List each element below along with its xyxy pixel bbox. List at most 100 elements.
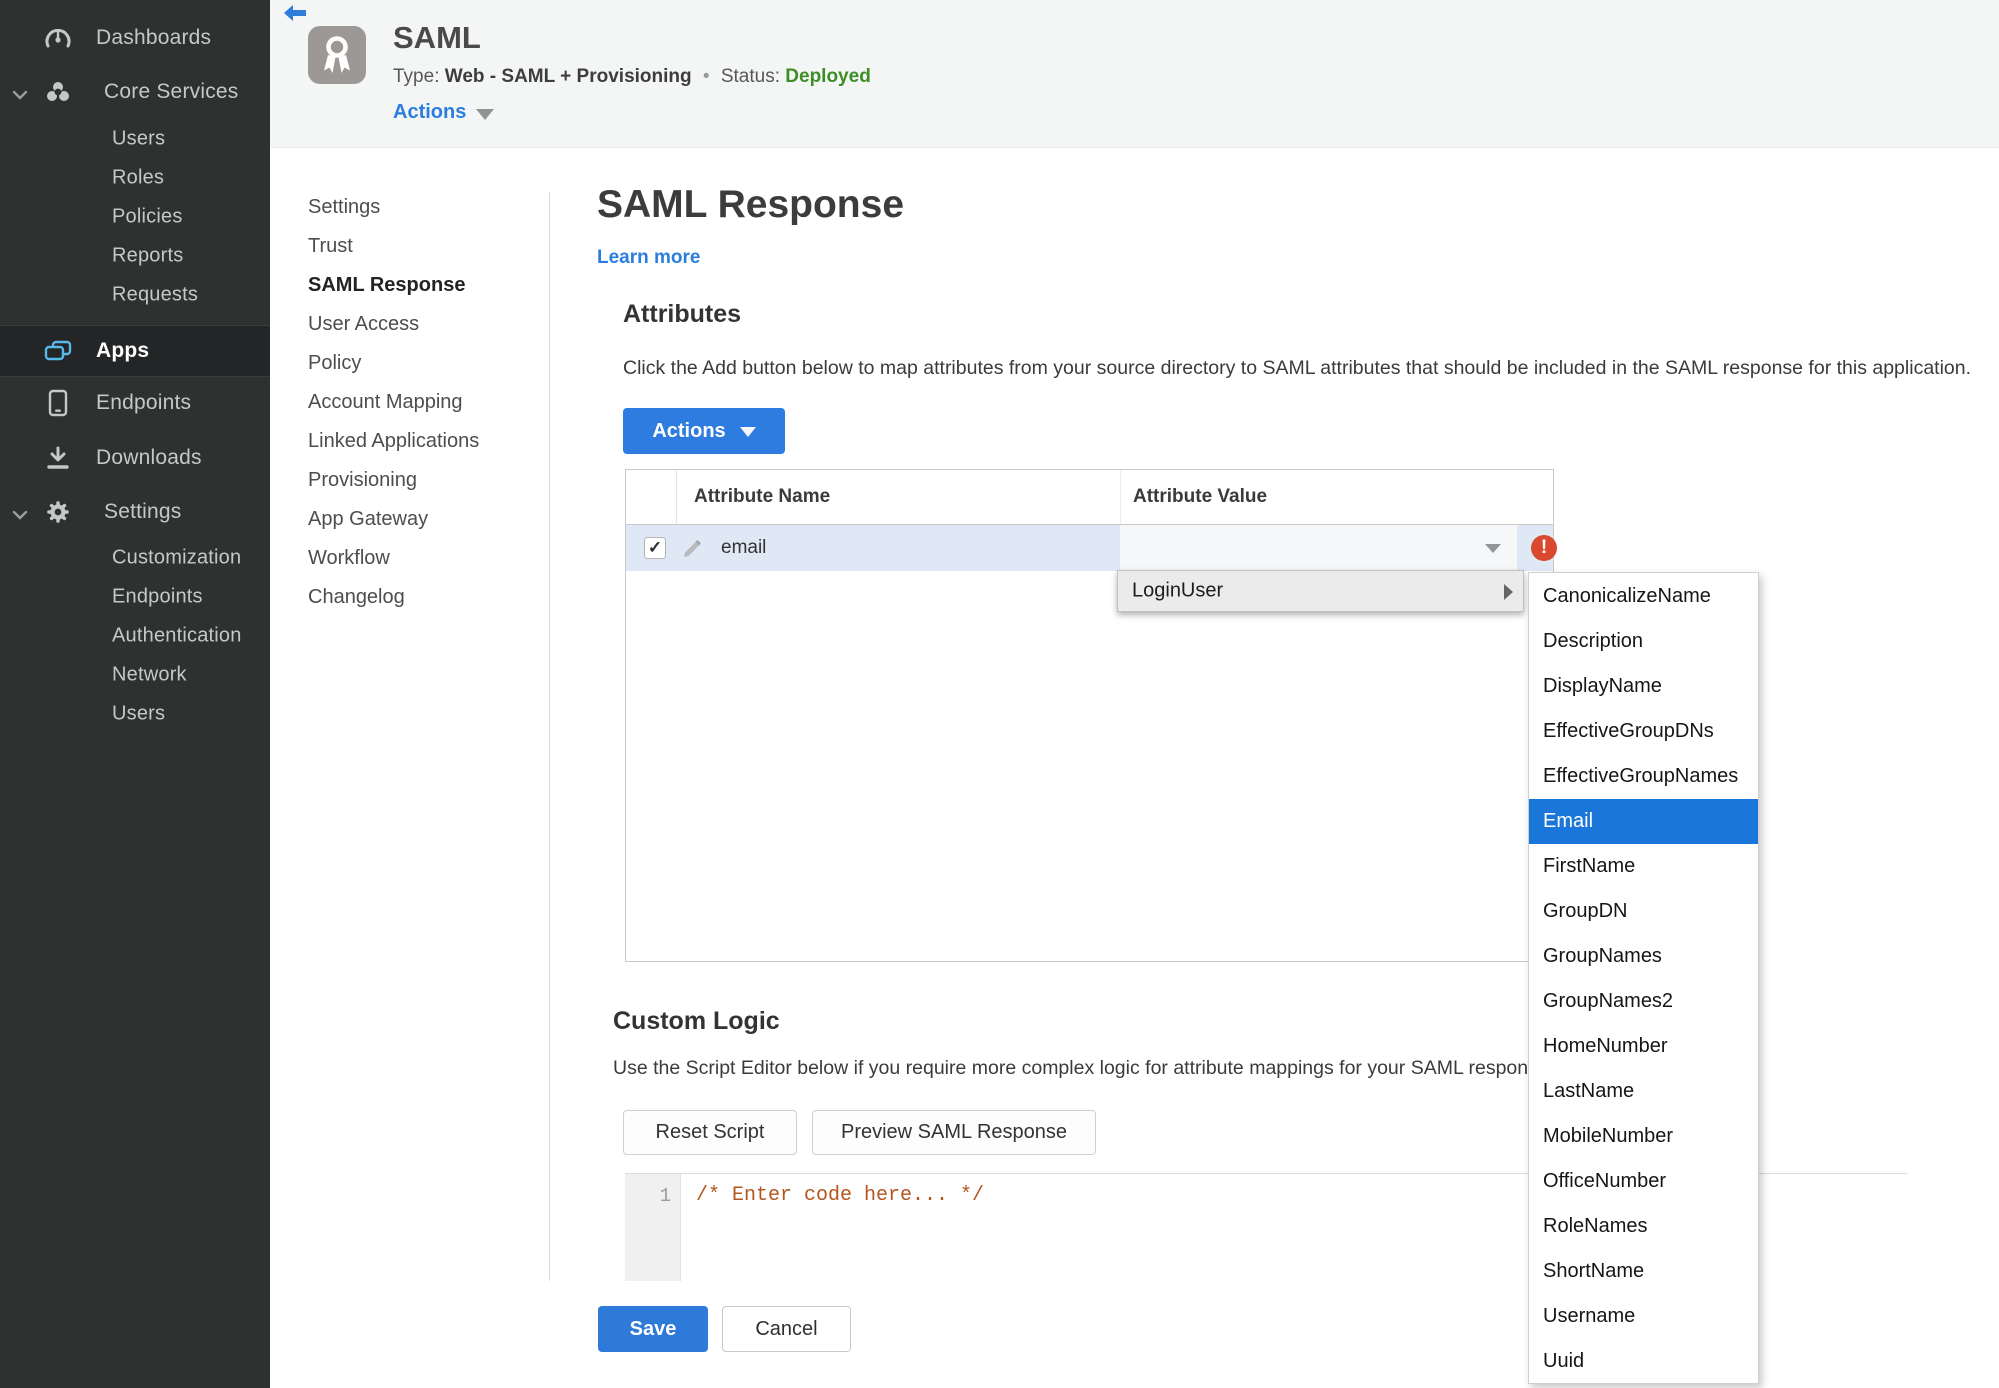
section-title: SAML Response: [597, 183, 905, 226]
submenu-item-groupnames2[interactable]: GroupNames2: [1529, 979, 1758, 1024]
sidebar-item-core-services[interactable]: Core Services: [0, 72, 270, 112]
attributes-table: Attribute Name Attribute Value email: [625, 469, 1557, 962]
app-meta: Type: Web - SAML + Provisioning • Status…: [393, 66, 871, 88]
sidebar-item-apps[interactable]: Apps: [0, 325, 270, 377]
value-dropdown-menu[interactable]: LoginUser: [1117, 570, 1524, 612]
pencil-icon: [682, 537, 704, 559]
sidebar-item-authentication[interactable]: Authentication: [0, 616, 270, 656]
cancel-button[interactable]: Cancel: [722, 1306, 851, 1352]
sidebar-item-label: Settings: [104, 500, 182, 523]
attributes-heading: Attributes: [623, 300, 742, 328]
sidebar-item-label: Dashboards: [96, 26, 212, 49]
custom-logic-heading: Custom Logic: [613, 1007, 780, 1035]
caret-down-icon: [739, 427, 756, 437]
sidebar-item-label: Endpoints: [112, 585, 203, 608]
type-value: Web - SAML + Provisioning: [444, 66, 692, 87]
sidebar-item-label: Roles: [112, 166, 165, 189]
sidebar-item-label: Policies: [112, 205, 183, 228]
core-services-icon: [42, 78, 74, 106]
sidebar-item-downloads[interactable]: Downloads: [0, 438, 270, 478]
error-icon: [1531, 535, 1557, 561]
row-checkbox[interactable]: [644, 537, 666, 559]
save-button[interactable]: Save: [598, 1306, 708, 1352]
sidebar-item-label: Reports: [112, 244, 184, 267]
type-label: Type:: [393, 66, 440, 87]
submenu-item-officenumber[interactable]: OfficeNumber: [1529, 1159, 1758, 1204]
sidebar-item-users-settings[interactable]: Users: [0, 694, 270, 734]
sidebar-item-dashboards[interactable]: Dashboards: [0, 18, 270, 58]
caret-down-icon: [476, 108, 495, 120]
status-label: Status:: [720, 66, 780, 87]
tab-policy[interactable]: Policy: [308, 344, 528, 383]
meta-separator: •: [702, 66, 710, 87]
submenu-item-groupnames[interactable]: GroupNames: [1529, 934, 1758, 979]
sidebar-item-reports[interactable]: Reports: [0, 236, 270, 276]
caret-down-icon: [1485, 544, 1501, 553]
submenu-item-uuid[interactable]: Uuid: [1529, 1339, 1758, 1384]
tab-account-mapping[interactable]: Account Mapping: [308, 383, 528, 422]
sidebar-item-requests[interactable]: Requests: [0, 275, 270, 315]
tab-linked-applications[interactable]: Linked Applications: [308, 422, 528, 461]
app-config-nav: Settings Trust SAML Response User Access…: [308, 188, 528, 617]
submenu-item-lastname[interactable]: LastName: [1529, 1069, 1758, 1114]
menu-item-loginuser: LoginUser: [1132, 579, 1224, 602]
page-title: SAML: [393, 20, 481, 55]
submenu-item-effectivegroupdns[interactable]: EffectiveGroupDNs: [1529, 709, 1758, 754]
submenu-item-description[interactable]: Description: [1529, 619, 1758, 664]
sidebar-item-label: Downloads: [96, 446, 202, 469]
submenu-item-firstname[interactable]: FirstName: [1529, 844, 1758, 889]
tab-workflow[interactable]: Workflow: [308, 539, 528, 578]
submenu-item-username[interactable]: Username: [1529, 1294, 1758, 1339]
preview-saml-response-button[interactable]: Preview SAML Response: [812, 1110, 1096, 1155]
submenu-item-rolenames[interactable]: RoleNames: [1529, 1204, 1758, 1249]
tab-user-access[interactable]: User Access: [308, 305, 528, 344]
submenu-item-shortname[interactable]: ShortName: [1529, 1249, 1758, 1294]
sidebar-item-label: Endpoints: [96, 391, 192, 414]
reset-script-button[interactable]: Reset Script: [623, 1110, 797, 1155]
attribute-value-dropdown[interactable]: [1120, 525, 1517, 571]
column-header-attribute-name: Attribute Name: [694, 486, 831, 507]
column-divider: [676, 470, 677, 524]
submenu-item-mobilenumber[interactable]: MobileNumber: [1529, 1114, 1758, 1159]
tab-app-gateway[interactable]: App Gateway: [308, 500, 528, 539]
sidebar-item-policies[interactable]: Policies: [0, 197, 270, 237]
saml-app-icon: [308, 26, 366, 84]
submenu-item-email[interactable]: Email: [1529, 799, 1758, 844]
chevron-down-icon: [12, 507, 28, 520]
app-screen: Dashboards Core Services Users Roles Pol…: [0, 0, 1999, 1388]
gear-icon: [42, 498, 74, 526]
tab-saml-response[interactable]: SAML Response: [308, 266, 528, 305]
back-arrow-icon[interactable]: [283, 4, 307, 24]
learn-more-link[interactable]: Learn more: [597, 247, 700, 269]
sidebar-item-users[interactable]: Users: [0, 119, 270, 159]
submenu-item-effectivegroupnames[interactable]: EffectiveGroupNames: [1529, 754, 1758, 799]
submenu-item-displayname[interactable]: DisplayName: [1529, 664, 1758, 709]
tab-trust[interactable]: Trust: [308, 227, 528, 266]
submenu-arrow-icon: [1504, 584, 1513, 600]
table-row[interactable]: email: [626, 525, 1557, 571]
sidebar-item-label: Core Services: [104, 80, 239, 103]
attributes-actions-button[interactable]: Actions: [623, 408, 785, 454]
sidebar-item-label: Users: [112, 127, 166, 150]
sidebar-item-endpoints-settings[interactable]: Endpoints: [0, 577, 270, 617]
device-icon: [42, 389, 74, 417]
submenu-item-groupdn[interactable]: GroupDN: [1529, 889, 1758, 934]
submenu-item-canonicalizename[interactable]: CanonicalizeName: [1529, 574, 1758, 619]
sidebar-item-network[interactable]: Network: [0, 655, 270, 695]
actions-button-label: Actions: [652, 419, 726, 442]
tab-settings[interactable]: Settings: [308, 188, 528, 227]
header-actions-label: Actions: [393, 101, 467, 123]
sidebar-item-customization[interactable]: Customization: [0, 538, 270, 578]
sidebar-item-label: Users: [112, 702, 166, 725]
sidebar-item-roles[interactable]: Roles: [0, 158, 270, 198]
header-actions-menu[interactable]: Actions: [393, 101, 495, 124]
sidebar-item-label: Network: [112, 663, 187, 686]
app-header: SAML Type: Web - SAML + Provisioning • S…: [270, 0, 1999, 148]
table-header: Attribute Name Attribute Value: [626, 470, 1553, 525]
sidebar-item-settings[interactable]: Settings: [0, 492, 270, 532]
tab-provisioning[interactable]: Provisioning: [308, 461, 528, 500]
tab-changelog[interactable]: Changelog: [308, 578, 528, 617]
apps-icon: [42, 337, 74, 365]
submenu-item-homenumber[interactable]: HomeNumber: [1529, 1024, 1758, 1069]
sidebar-item-endpoints[interactable]: Endpoints: [0, 383, 270, 423]
